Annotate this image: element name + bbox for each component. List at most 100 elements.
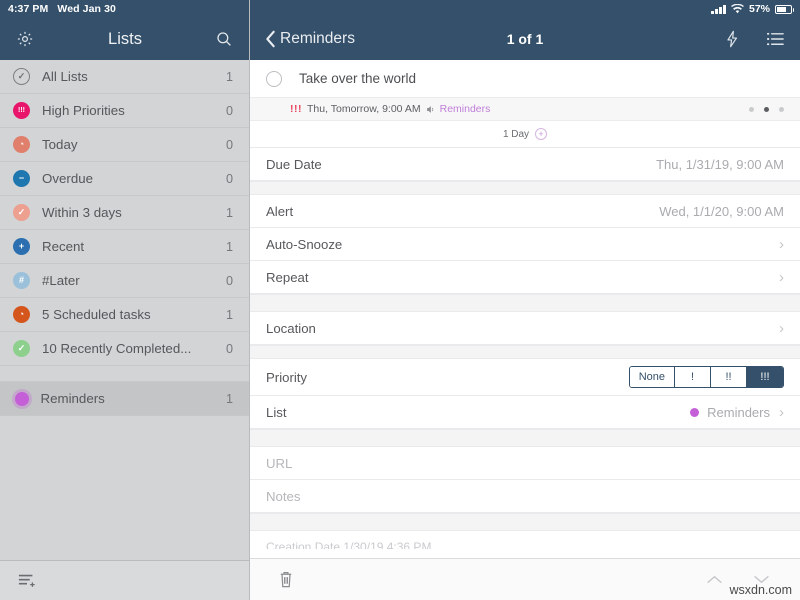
sidebar-item-label: Within 3 days [42,205,214,220]
detail-header: Reminders 1 of 1 [250,18,800,60]
page-dots [749,107,784,112]
field-label: Repeat [266,270,309,285]
field-list[interactable]: List Reminders › [250,396,800,429]
sidebar-item-count: 0 [226,172,233,186]
sidebar-footer [0,560,249,600]
section-spacer [250,181,800,195]
snooze-label: 1 Day [503,129,529,140]
sidebar-item-label: 10 Recently Completed... [42,341,214,356]
creation-date-row: Creation Date 1/30/19 4:36 PM [250,531,800,549]
chevron-right-icon: › [779,321,784,336]
priority-segmented-control[interactable]: None ! !! !!! [629,366,784,388]
sidebar-list: ✓ All Lists 1 !!! High Priorities 0 ◔ To… [0,60,249,560]
field-value: Wed, 1/1/20, 9:00 AM [659,204,784,219]
sidebar-item-label: High Priorities [42,103,214,118]
field-label: Location [266,321,316,336]
field-label: Auto-Snooze [266,237,342,252]
sidebar-item-label: Overdue [42,171,214,186]
list-icon: !!! [13,102,30,119]
sidebar-item-count: 1 [226,206,233,220]
sidebar-item-count: 0 [226,342,233,356]
list-color-dot [15,392,29,406]
list-icon: ◔ [13,306,30,323]
task-meta-list: Reminders [440,103,491,115]
sidebar-item-count: 1 [226,70,233,84]
sidebar-divider [0,366,249,382]
back-label: Reminders [280,30,355,48]
detail-panel: 57% Reminders 1 of 1 [250,0,800,600]
list-icon: # [13,272,30,289]
section-spacer [250,294,800,312]
search-icon[interactable] [215,30,233,48]
wifi-icon [731,4,744,14]
field-alert[interactable]: Alert Wed, 1/1/20, 9:00 AM [250,195,800,228]
status-bar-right: 57% [250,0,800,18]
field-location[interactable]: Location › [250,312,800,345]
field-repeat[interactable]: Repeat › [250,261,800,294]
list-icon: ✓ [13,340,30,357]
task-title-row[interactable]: Take over the world [250,60,800,97]
list-icon: ✓ [13,68,30,85]
field-due-date[interactable]: Due Date Thu, 1/31/19, 9:00 AM [250,148,800,181]
lightning-bolt-icon[interactable] [724,30,740,48]
list-menu-icon[interactable] [766,31,785,47]
sidebar-item[interactable]: !!! High Priorities 0 [0,94,249,128]
section-spacer [250,345,800,359]
sidebar-item-reminders[interactable]: Reminders 1 [0,382,249,416]
sidebar-item-label: Reminders [41,391,214,406]
field-url[interactable]: URL [250,447,800,480]
status-time: 4:37 PM [8,3,48,15]
sidebar-item[interactable]: ✓ 10 Recently Completed... 0 [0,332,249,366]
sidebar-item[interactable]: ✓ Within 3 days 1 [0,196,249,230]
sidebar-item[interactable]: − Overdue 0 [0,162,249,196]
chevron-right-icon: › [779,405,784,420]
snooze-row[interactable]: 1 Day + [250,121,800,148]
field-priority: Priority None ! !! !!! [250,359,800,396]
list-icon: ✓ [13,204,30,221]
creation-date-text: Creation Date 1/30/19 4:36 PM [266,540,431,549]
field-label: List [266,405,287,420]
chevron-left-icon [265,30,276,48]
sidebar-title: Lists [0,30,250,49]
sidebar-item[interactable]: ◔ Today 0 [0,128,249,162]
list-icon: ◔ [13,136,30,153]
speaker-icon [426,105,435,114]
sidebar-item-label: Today [42,137,214,152]
sidebar-item[interactable]: # #Later 0 [0,264,249,298]
trash-icon[interactable] [278,570,294,589]
gear-icon[interactable] [16,30,34,48]
priority-option-none[interactable]: None [630,367,675,387]
app-root: 4:37 PM Wed Jan 30 Lists ✓ All Lists 1 [0,0,800,600]
sidebar-item-label: All Lists [42,69,214,84]
status-date: Wed Jan 30 [57,3,116,15]
chevron-up-icon[interactable] [706,574,723,585]
notes-placeholder: Notes [266,489,300,504]
sidebar-item[interactable]: ✓ All Lists 1 [0,60,249,94]
unchecked-circle-icon[interactable] [266,71,282,87]
back-button[interactable]: Reminders [265,30,355,48]
priority-option-low[interactable]: ! [675,367,711,387]
section-spacer [250,429,800,447]
sidebar-item-label: 5 Scheduled tasks [42,307,214,322]
field-value: Thu, 1/31/19, 9:00 AM [656,157,784,172]
battery-icon [775,5,792,14]
add-list-icon[interactable] [16,572,38,590]
detail-footer: wsxdn.com [250,558,800,600]
field-auto-snooze[interactable]: Auto-Snooze › [250,228,800,261]
sidebar-item-label: Recent [42,239,214,254]
task-title: Take over the world [299,71,416,86]
priority-bangs: !!! [290,103,302,115]
sidebar-item-count: 0 [226,274,233,288]
field-value: Reminders [707,405,770,420]
sidebar-item-count: 1 [226,308,233,322]
sidebar-item-count: 1 [226,240,233,254]
task-meta-date: Thu, Tomorrow, 9:00 AM [307,103,421,115]
section-spacer [250,513,800,531]
sidebar-item-label: #Later [42,273,214,288]
sidebar-item[interactable]: + Recent 1 [0,230,249,264]
priority-option-high[interactable]: !!! [747,367,783,387]
sidebar-item[interactable]: ◔ 5 Scheduled tasks 1 [0,298,249,332]
priority-option-med[interactable]: !! [711,367,747,387]
plus-circle-icon[interactable]: + [535,128,547,140]
field-notes[interactable]: Notes [250,480,800,513]
